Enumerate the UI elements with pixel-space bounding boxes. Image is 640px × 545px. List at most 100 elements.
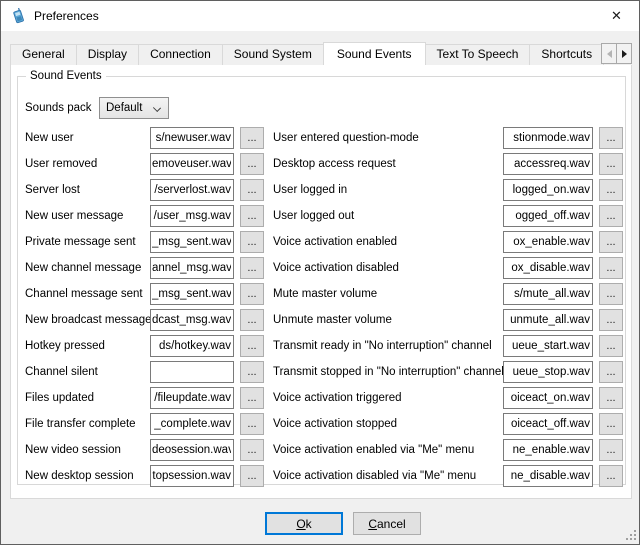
sound-event-label: New broadcast message bbox=[25, 314, 150, 326]
sound-file-input[interactable] bbox=[503, 257, 593, 279]
sound-event-label: Channel silent bbox=[25, 366, 150, 378]
sound-file-input[interactable] bbox=[150, 283, 234, 305]
sound-file-input[interactable] bbox=[150, 465, 234, 487]
window-title: Preferences bbox=[34, 9, 99, 23]
sound-event-label: Voice activation enabled via "Me" menu bbox=[273, 444, 503, 456]
sound-event-label: Mute master volume bbox=[273, 288, 503, 300]
browse-button[interactable]: ... bbox=[240, 257, 264, 279]
sound-event-row: Server lost ... User logged in ... bbox=[25, 179, 623, 201]
sound-event-label: Desktop access request bbox=[273, 158, 503, 170]
sound-file-input[interactable] bbox=[150, 127, 234, 149]
tab-sound-events[interactable]: Sound Events bbox=[323, 42, 426, 65]
tab-shortcuts[interactable]: Shortcuts bbox=[529, 44, 604, 65]
sound-file-input[interactable] bbox=[503, 387, 593, 409]
tab-sound-system[interactable]: Sound System bbox=[222, 44, 324, 65]
browse-button[interactable]: ... bbox=[599, 231, 623, 253]
sound-event-label: Server lost bbox=[25, 184, 150, 196]
sound-file-input[interactable] bbox=[150, 439, 234, 461]
browse-button[interactable]: ... bbox=[599, 387, 623, 409]
tab-scroll-right-button[interactable] bbox=[616, 43, 632, 64]
browse-button[interactable]: ... bbox=[240, 127, 264, 149]
browse-button[interactable]: ... bbox=[240, 153, 264, 175]
browse-button[interactable]: ... bbox=[240, 465, 264, 487]
sound-file-input[interactable] bbox=[503, 465, 593, 487]
browse-button[interactable]: ... bbox=[599, 179, 623, 201]
sound-file-input[interactable] bbox=[503, 309, 593, 331]
browse-button[interactable]: ... bbox=[599, 283, 623, 305]
sound-file-input[interactable] bbox=[503, 413, 593, 435]
sound-event-label: User logged out bbox=[273, 210, 503, 222]
browse-button[interactable]: ... bbox=[240, 205, 264, 227]
tab-text-to-speech[interactable]: Text To Speech bbox=[425, 44, 531, 65]
sound-file-input[interactable] bbox=[503, 231, 593, 253]
resize-grip[interactable] bbox=[625, 530, 636, 541]
browse-button[interactable]: ... bbox=[599, 465, 623, 487]
sounds-pack-value: Default bbox=[106, 102, 142, 114]
titlebar[interactable]: Preferences ✕ bbox=[1, 1, 639, 31]
sound-file-input[interactable] bbox=[150, 153, 234, 175]
cancel-button[interactable]: Cancel bbox=[353, 512, 421, 535]
browse-button[interactable]: ... bbox=[240, 413, 264, 435]
sound-file-input[interactable] bbox=[150, 361, 234, 383]
browse-button[interactable]: ... bbox=[599, 335, 623, 357]
browse-button[interactable]: ... bbox=[240, 439, 264, 461]
sound-file-input[interactable] bbox=[150, 387, 234, 409]
sound-file-input[interactable] bbox=[150, 257, 234, 279]
sound-events-tab-page: Sound Events Sounds pack Default New use… bbox=[10, 64, 632, 499]
sound-file-input[interactable] bbox=[503, 153, 593, 175]
browse-button[interactable]: ... bbox=[599, 361, 623, 383]
sound-file-input[interactable] bbox=[503, 127, 593, 149]
browse-button[interactable]: ... bbox=[240, 387, 264, 409]
sound-event-label: Unmute master volume bbox=[273, 314, 503, 326]
sound-file-input[interactable] bbox=[503, 335, 593, 357]
tab-scroll-left-button[interactable] bbox=[601, 43, 617, 64]
tab-connection[interactable]: Connection bbox=[138, 44, 223, 65]
sound-event-row: New channel message ... Voice activation… bbox=[25, 257, 623, 279]
app-icon bbox=[10, 8, 26, 24]
sound-file-input[interactable] bbox=[150, 309, 234, 331]
sound-event-row: New user ... User entered question-mode … bbox=[25, 127, 623, 149]
sound-file-input[interactable] bbox=[150, 179, 234, 201]
sound-file-input[interactable] bbox=[150, 413, 234, 435]
browse-button[interactable]: ... bbox=[240, 361, 264, 383]
browse-button[interactable]: ... bbox=[240, 231, 264, 253]
browse-button[interactable]: ... bbox=[599, 153, 623, 175]
sound-event-label: New video session bbox=[25, 444, 150, 456]
browse-button[interactable]: ... bbox=[599, 413, 623, 435]
browse-button[interactable]: ... bbox=[599, 127, 623, 149]
sound-event-row: Private message sent ... Voice activatio… bbox=[25, 231, 623, 253]
sound-event-label: Voice activation enabled bbox=[273, 236, 503, 248]
sound-file-input[interactable] bbox=[150, 335, 234, 357]
tab-display[interactable]: Display bbox=[76, 44, 139, 65]
sound-file-input[interactable] bbox=[503, 361, 593, 383]
sound-file-input[interactable] bbox=[503, 283, 593, 305]
sounds-pack-select[interactable]: Default bbox=[99, 97, 169, 119]
sound-event-label: New user bbox=[25, 132, 150, 144]
sound-file-input[interactable] bbox=[150, 205, 234, 227]
browse-button[interactable]: ... bbox=[599, 257, 623, 279]
sound-event-label: Voice activation stopped bbox=[273, 418, 503, 430]
sound-file-input[interactable] bbox=[503, 205, 593, 227]
sound-event-label: User removed bbox=[25, 158, 150, 170]
tab-scroll-buttons bbox=[602, 43, 632, 64]
sound-file-input[interactable] bbox=[503, 439, 593, 461]
sound-file-input[interactable] bbox=[503, 179, 593, 201]
ok-button-label: Ok bbox=[296, 517, 311, 531]
browse-button[interactable]: ... bbox=[599, 309, 623, 331]
browse-button[interactable]: ... bbox=[599, 205, 623, 227]
tab-general[interactable]: General bbox=[10, 44, 77, 65]
sound-event-row: Channel silent ... Transmit stopped in "… bbox=[25, 361, 623, 383]
sound-event-label: Voice activation triggered bbox=[273, 392, 503, 404]
browse-button[interactable]: ... bbox=[240, 309, 264, 331]
browse-button[interactable]: ... bbox=[240, 179, 264, 201]
browse-button[interactable]: ... bbox=[240, 335, 264, 357]
browse-button[interactable]: ... bbox=[599, 439, 623, 461]
sound-event-label: User logged in bbox=[273, 184, 503, 196]
sound-file-input[interactable] bbox=[150, 231, 234, 253]
close-button[interactable]: ✕ bbox=[594, 1, 639, 31]
sound-event-row: Channel message sent ... Mute master vol… bbox=[25, 283, 623, 305]
sound-event-label: Hotkey pressed bbox=[25, 340, 150, 352]
ok-button[interactable]: Ok bbox=[265, 512, 343, 535]
sound-event-row: New video session ... Voice activation e… bbox=[25, 439, 623, 461]
browse-button[interactable]: ... bbox=[240, 283, 264, 305]
